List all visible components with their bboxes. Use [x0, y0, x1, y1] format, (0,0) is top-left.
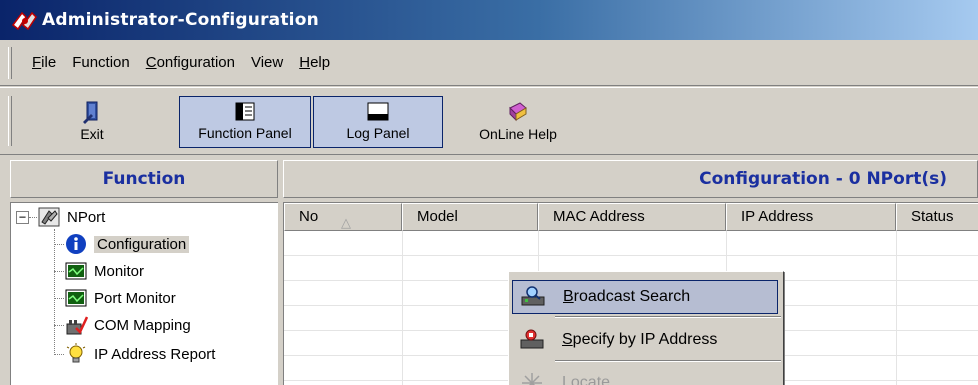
- context-menu-separator: [555, 316, 781, 318]
- context-menu-separator-2: [555, 360, 781, 362]
- menu-configuration[interactable]: Configuration: [138, 50, 243, 76]
- tree-item-port-monitor-label: Port Monitor: [94, 289, 176, 307]
- info-icon: [64, 233, 88, 255]
- menu-help[interactable]: Help: [291, 50, 338, 76]
- tree-item-nport[interactable]: NPort: [37, 204, 105, 230]
- application-window: Administrator-Configuration File Functio…: [0, 0, 978, 385]
- menu-configuration-mnemonic: C: [145, 53, 157, 71]
- broadcast-search-icon: [519, 285, 547, 309]
- broadcast-search-rest: roadcast Search: [573, 288, 691, 305]
- log-panel-icon: [367, 102, 389, 121]
- menu-file[interactable]: File: [24, 50, 64, 76]
- menu-item-broadcast-search-label: Broadcast Search: [563, 288, 690, 306]
- menu-item-locate-label: Locate: [562, 374, 610, 385]
- port-monitor-icon: [64, 287, 88, 309]
- tree-collapse-toggle[interactable]: −: [16, 211, 29, 224]
- monitor-icon: [64, 260, 88, 282]
- window-title: Administrator-Configuration: [42, 10, 319, 30]
- function-panel-icon: [235, 102, 255, 121]
- column-header-no-label: No: [299, 208, 319, 225]
- menu-file-mnemonic: F: [32, 53, 42, 71]
- tree-item-com-mapping[interactable]: COM Mapping: [64, 312, 191, 338]
- function-panel-label: Function Panel: [198, 125, 292, 141]
- column-header-mac-address-label: MAC Address: [553, 208, 645, 225]
- menu-item-broadcast-search[interactable]: Broadcast Search: [512, 280, 778, 314]
- log-panel-label: Log Panel: [346, 125, 410, 141]
- specify-ip-rest: pecify by IP Address: [572, 331, 718, 348]
- specify-ip-icon: [518, 328, 546, 352]
- tree-item-ip-address-report[interactable]: IP Address Report: [64, 341, 215, 367]
- column-header-no[interactable]: No △: [284, 203, 402, 231]
- menu-file-label: ile: [41, 53, 57, 71]
- title-bar[interactable]: Administrator-Configuration: [0, 0, 978, 40]
- context-menu: Broadcast Search Specify by IP Address L…: [508, 271, 784, 385]
- tree-item-configuration[interactable]: Configuration: [64, 231, 190, 257]
- column-header-status-label: Status: [911, 208, 954, 225]
- menu-view-label: View: [250, 53, 284, 71]
- column-header-ip-address[interactable]: IP Address: [726, 203, 896, 231]
- broadcast-search-mnemonic: B: [563, 288, 574, 305]
- sort-ascending-icon: △: [341, 215, 351, 230]
- online-help-button[interactable]: OnLine Help: [462, 96, 574, 148]
- table-header-row: No △ Model MAC Address IP Address Status: [284, 203, 978, 231]
- ip-report-icon: [64, 343, 88, 365]
- menu-bar: File Function Configuration View Help: [0, 40, 978, 86]
- menu-function-label: Function: [72, 53, 130, 71]
- tree-item-nport-label: NPort: [67, 208, 106, 226]
- online-help-label: OnLine Help: [479, 126, 557, 142]
- menu-item-locate[interactable]: Locate: [512, 366, 778, 385]
- online-help-icon: [509, 102, 527, 122]
- locate-mnemonic: L: [562, 374, 571, 385]
- specify-ip-mnemonic: S: [562, 331, 573, 348]
- tree-item-port-monitor[interactable]: Port Monitor: [64, 285, 176, 311]
- tree-item-monitor-label: Monitor: [94, 262, 145, 280]
- tree-item-com-mapping-label: COM Mapping: [94, 316, 191, 334]
- menu-item-specify-by-ip-address-label: Specify by IP Address: [562, 331, 717, 349]
- tree-item-configuration-label: Configuration: [94, 235, 190, 253]
- exit-label: Exit: [80, 126, 104, 142]
- function-tree[interactable]: − NPort Configuration Monitor Port Monit…: [10, 202, 278, 385]
- menu-help-mnemonic: H: [299, 53, 311, 71]
- tree-item-monitor[interactable]: Monitor: [64, 258, 144, 284]
- function-panel: Function − NPort Configuration Monitor P…: [10, 160, 278, 385]
- locate-icon: [518, 371, 546, 385]
- toolbar-grip[interactable]: [8, 96, 12, 146]
- toolbar: Exit Function Panel Log Panel OnLine Hel…: [0, 87, 978, 155]
- column-header-status[interactable]: Status: [896, 203, 978, 231]
- menu-function[interactable]: Function: [64, 50, 138, 76]
- menubar-grip[interactable]: [8, 46, 12, 79]
- column-header-model[interactable]: Model: [402, 203, 538, 231]
- column-header-model-label: Model: [417, 208, 458, 225]
- log-panel-button[interactable]: Log Panel: [313, 96, 443, 148]
- menu-view[interactable]: View: [243, 50, 291, 76]
- function-panel-header: Function: [10, 160, 278, 198]
- menu-configuration-label: onfiguration: [156, 53, 235, 71]
- configuration-panel-header: Configuration - 0 NPort(s): [283, 160, 978, 198]
- nport-device-icon: [37, 206, 61, 228]
- app-logo-icon: [10, 7, 38, 33]
- menu-item-specify-by-ip-address[interactable]: Specify by IP Address: [512, 323, 778, 357]
- configuration-panel-title: Configuration - 0 NPort(s): [699, 169, 947, 189]
- exit-button[interactable]: Exit: [62, 96, 122, 148]
- exit-icon: [83, 101, 98, 124]
- com-mapping-icon: [64, 314, 89, 336]
- column-header-ip-address-label: IP Address: [741, 208, 814, 225]
- tree-item-ip-address-report-label: IP Address Report: [94, 345, 216, 363]
- column-header-mac-address[interactable]: MAC Address: [538, 203, 726, 231]
- function-panel-button[interactable]: Function Panel: [179, 96, 311, 148]
- locate-rest: ocate: [570, 374, 611, 385]
- menu-help-label: elp: [310, 53, 331, 71]
